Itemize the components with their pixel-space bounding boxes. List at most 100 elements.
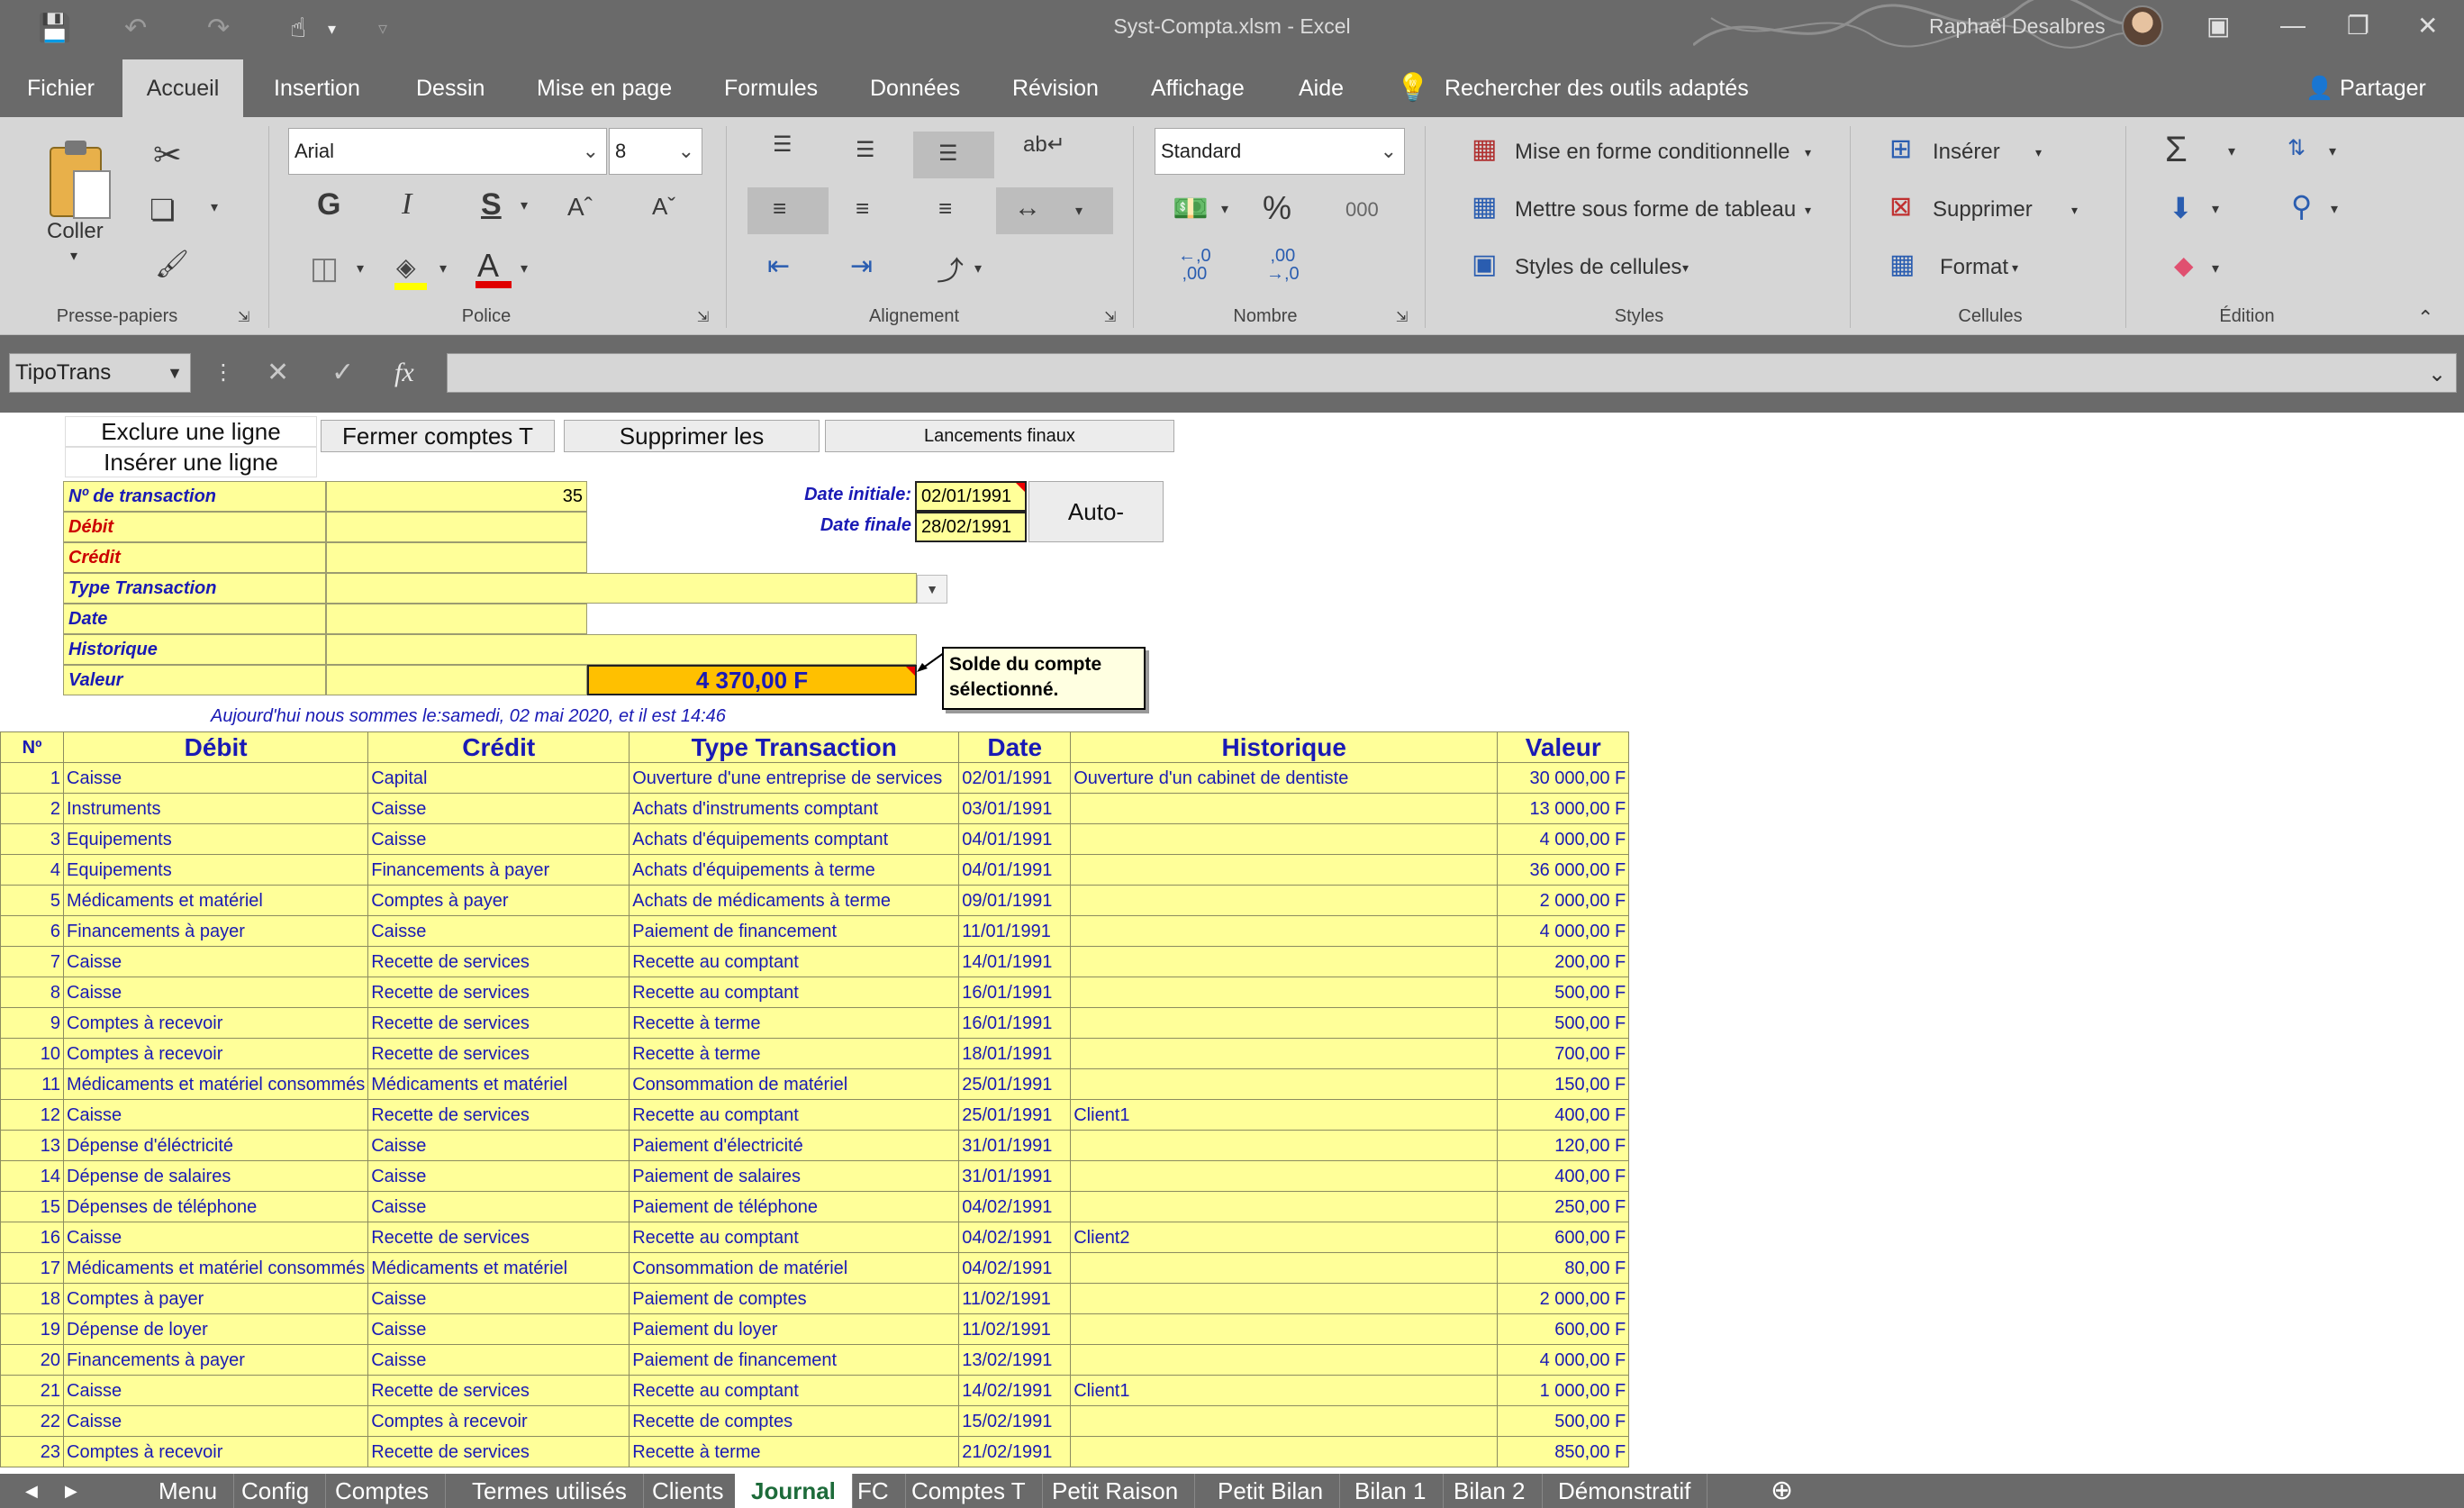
font-color-icon[interactable]: A (474, 247, 513, 290)
cell-credit[interactable]: Médicaments et matériel (367, 1252, 630, 1284)
debit-cell[interactable] (326, 512, 587, 542)
value-cell[interactable] (326, 665, 587, 695)
cell-no[interactable]: 8 (0, 977, 64, 1008)
cell-date[interactable]: 14/02/1991 (958, 1375, 1072, 1406)
number-format-select[interactable]: Standard ⌄ (1155, 128, 1405, 175)
cell-debit[interactable]: Comptes à recevoir (62, 1436, 369, 1467)
cell-type[interactable]: Recette de comptes (629, 1405, 960, 1437)
cell-no[interactable]: 17 (0, 1252, 64, 1284)
cell-debit[interactable]: Médicaments et matériel consommés (62, 1068, 369, 1100)
delete-cells-icon[interactable]: ⊠ (1889, 191, 1912, 223)
cell-no[interactable]: 6 (0, 915, 64, 947)
cell-no[interactable]: 1 (0, 762, 64, 794)
format-cells-button[interactable]: Format (1940, 254, 2008, 281)
conditional-format-button[interactable]: Mise en forme conditionnelle (1515, 139, 1790, 166)
cell-no[interactable]: 15 (0, 1191, 64, 1222)
format-table-icon[interactable]: ▦ (1472, 191, 1497, 223)
cell-debit[interactable]: Comptes à recevoir (62, 1038, 369, 1069)
cell-type[interactable]: Paiement de salaires (629, 1160, 960, 1192)
name-box[interactable]: TipoTrans ▼ (9, 353, 191, 393)
clear-icon[interactable]: ◆ (2174, 250, 2194, 280)
cell-history[interactable]: Client1 (1070, 1099, 1499, 1131)
bold-icon[interactable]: G (317, 187, 340, 223)
tab-aide[interactable]: Aide (1299, 59, 1344, 117)
cell-type[interactable]: Paiement de financement (629, 1344, 960, 1376)
cell-no[interactable]: 7 (0, 946, 64, 977)
fill-color-icon[interactable]: ◈ (391, 250, 430, 290)
cell-no[interactable]: 13 (0, 1130, 64, 1161)
clear-dropdown-icon[interactable]: ▾ (2212, 259, 2219, 277)
paste-button[interactable]: Coller (47, 218, 104, 245)
cell-debit[interactable]: Equipements (62, 854, 369, 886)
cell-value[interactable]: 200,00 F (1497, 946, 1630, 977)
align-top-icon[interactable]: ☰ (773, 132, 793, 158)
cell-no[interactable]: 12 (0, 1099, 64, 1131)
align-center-icon[interactable]: ≡ (856, 195, 869, 223)
cell-no[interactable]: 20 (0, 1344, 64, 1376)
cell-history[interactable] (1070, 1313, 1499, 1345)
cell-debit[interactable]: Dépenses de téléphone (62, 1191, 369, 1222)
cell-type[interactable]: Recette à terme (629, 1436, 960, 1467)
cell-value[interactable]: 2 000,00 F (1497, 885, 1630, 916)
cell-credit[interactable]: Capital (367, 762, 630, 794)
cell-date[interactable]: 04/02/1991 (958, 1252, 1072, 1284)
more-options-icon[interactable]: ⋮ (213, 355, 234, 391)
orientation-dropdown-icon[interactable]: ▾ (974, 259, 982, 277)
insert-line-button[interactable]: Insérer une ligne (65, 447, 317, 477)
cell-history[interactable] (1070, 1160, 1499, 1192)
cell-value[interactable]: 600,00 F (1497, 1222, 1630, 1253)
cell-history[interactable] (1070, 1436, 1499, 1467)
cell-credit[interactable]: Recette de services (367, 1375, 630, 1406)
credit-cell[interactable] (326, 542, 587, 573)
cell-credit[interactable]: Médicaments et matériel (367, 1068, 630, 1100)
delete-cells-button[interactable]: Supprimer (1933, 196, 2033, 223)
decrease-indent-icon[interactable]: ⇤ (767, 250, 790, 282)
cell-no[interactable]: 18 (0, 1283, 64, 1314)
sheet-tab-menu[interactable]: Menu (142, 1474, 235, 1508)
restore-icon[interactable]: ❐ (2347, 11, 2369, 41)
cell-credit[interactable]: Caisse (367, 1344, 630, 1376)
cell-history[interactable] (1070, 1405, 1499, 1437)
autosum-icon[interactable]: Σ (2165, 130, 2188, 170)
increase-font-icon[interactable]: Aˆ (567, 193, 593, 222)
close-accounts-button[interactable]: Fermer comptes T (321, 420, 555, 452)
cell-value[interactable]: 80,00 F (1497, 1252, 1630, 1284)
cell-value[interactable]: 4 000,00 F (1497, 915, 1630, 947)
cell-debit[interactable]: Dépense de salaires (62, 1160, 369, 1192)
cell-date[interactable]: 04/01/1991 (958, 854, 1072, 886)
cell-value[interactable]: 36 000,00 F (1497, 854, 1630, 886)
cell-date[interactable]: 02/01/1991 (958, 762, 1072, 794)
decrease-font-icon[interactable]: Aˇ (652, 193, 675, 221)
cell-credit[interactable]: Caisse (367, 823, 630, 855)
minimize-icon[interactable]: — (2280, 11, 2305, 40)
sheet-tab-petit-raison[interactable]: Petit Raison (1036, 1474, 1196, 1508)
align-left-icon[interactable]: ≡ (773, 195, 786, 223)
account-balance-cell[interactable]: 4 370,00 F (587, 665, 917, 695)
cell-value[interactable]: 850,00 F (1497, 1436, 1630, 1467)
cell-no[interactable]: 9 (0, 1007, 64, 1039)
increase-decimal-icon[interactable]: ←,0,00 (1178, 247, 1211, 283)
cell-value[interactable]: 120,00 F (1497, 1130, 1630, 1161)
cell-debit[interactable]: Instruments (62, 793, 369, 824)
copy-icon[interactable]: ❏ (149, 193, 176, 227)
cell-value[interactable]: 500,00 F (1497, 1007, 1630, 1039)
cell-credit[interactable]: Comptes à recevoir (367, 1405, 630, 1437)
cell-history[interactable] (1070, 977, 1499, 1008)
tab-insertion[interactable]: Insertion (274, 59, 360, 117)
header-debit[interactable]: Débit (62, 731, 369, 763)
cell-value[interactable]: 600,00 F (1497, 1313, 1630, 1345)
sheet-tab-petit-bilan[interactable]: Petit Bilan (1201, 1474, 1341, 1508)
font-name-select[interactable]: Arial ⌄ (288, 128, 607, 175)
cell-no[interactable]: 11 (0, 1068, 64, 1100)
formula-input[interactable] (447, 353, 2457, 393)
cell-credit[interactable]: Caisse (367, 793, 630, 824)
cell-styles-dropdown-icon[interactable]: ▾ (1682, 254, 1689, 281)
cell-history[interactable]: Client2 (1070, 1222, 1499, 1253)
cell-value[interactable]: 150,00 F (1497, 1068, 1630, 1100)
cell-type[interactable]: Recette au comptant (629, 1375, 960, 1406)
cell-debit[interactable]: Dépense de loyer (62, 1313, 369, 1345)
cell-no[interactable]: 5 (0, 885, 64, 916)
format-table-dropdown-icon[interactable]: ▾ (1805, 196, 1811, 223)
cell-type[interactable]: Achats d'équipements comptant (629, 823, 960, 855)
cell-debit[interactable]: Caisse (62, 977, 369, 1008)
